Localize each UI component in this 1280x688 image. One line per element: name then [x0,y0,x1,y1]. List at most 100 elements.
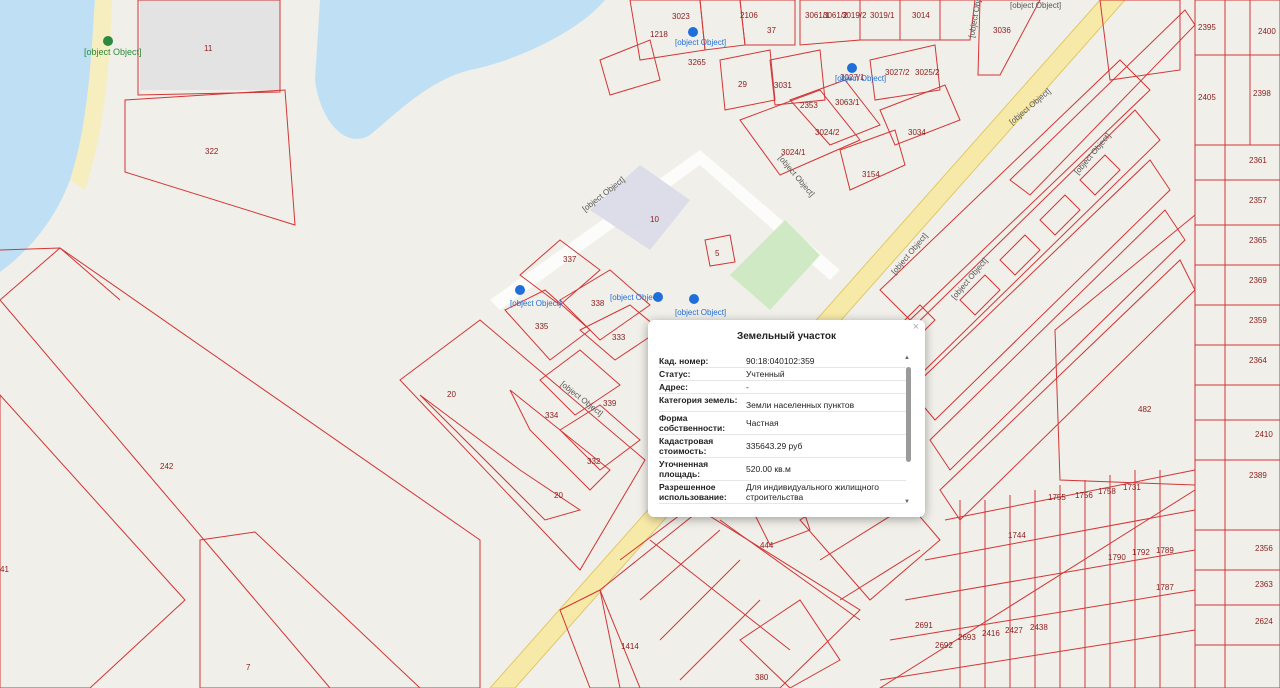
attr-row-permitted-use: Разрешенное использование: Для индивидуа… [659,481,906,504]
parcel-label: 242 [160,462,174,471]
attr-row-land-category: Категория земель: Земли населенных пункт… [659,394,906,412]
popup-title: Земельный участок [736,331,837,342]
parcel-label: 37 [767,26,776,35]
parcel-label: 1218 [650,30,668,39]
street-label: [object Object] [559,379,605,418]
street-label: [object Object] [967,0,985,38]
attr-row-area: Уточненная площадь: 520.00 кв.м [659,458,906,481]
attr-label: Категория земель: [659,395,738,405]
attr-label: Статус: [659,369,691,379]
land-plot-popup: Земельный участок × Кад. номер: 90:18:04… [648,320,925,517]
parcel-label: 41 [0,565,9,574]
poi-label: [object Object] [675,308,726,317]
sports-field [730,220,820,310]
scroll-down-icon[interactable]: ▼ [904,499,910,505]
attr-label: Форма собственности: [659,413,726,433]
parcel-label: 338 [591,299,605,308]
bank-icon[interactable] [515,285,525,295]
parcel-label: 2692 [935,641,953,650]
lake-water [315,0,605,139]
attr-row-ownership-form: Форма собственности: Частная [659,412,906,435]
parcel-label: 2691 [915,621,933,630]
scroll-up-icon[interactable]: ▲ [904,355,910,361]
attr-value: 335643.29 руб [746,441,803,451]
beach-label: [object Object] [84,47,142,57]
parcel-label: 482 [1138,405,1152,414]
parcel-label: 3154 [862,170,880,179]
parcel-label: 1744 [1008,531,1026,540]
attr-row-status: Статус: Учтенный [659,368,906,381]
parcel-label: 3265 [688,58,706,67]
parcel-label: 1792 [1132,548,1150,557]
attr-value: Частная [746,418,779,428]
attr-label: Уточненная площадь: [659,459,709,479]
parcel-label: 2353 [800,101,818,110]
shop-icon[interactable] [689,294,699,304]
parcel-label: 1731 [1123,483,1141,492]
parcel-label: 3014 [912,11,930,20]
parcel-label: 1790 [1108,553,1126,562]
parcel-label: 3027/2 [885,68,910,77]
parcel-label: 2410 [1255,430,1273,439]
parcel-label: 1758 [1098,487,1116,496]
parcel-label: 444 [760,541,774,550]
popup-scrollbar[interactable]: ▲ ▼ [904,355,911,505]
parcel-label: 1756 [1075,491,1093,500]
parcel-label: 3019/1 [870,11,895,20]
parcel-label: 2400 [1258,27,1276,36]
parcel-label: 2106 [740,11,758,20]
cadastral-map[interactable]: 11 322 242 20 20 7 41 337 338 335 333 33… [0,0,1280,688]
close-icon[interactable]: × [913,321,919,333]
parcel-label: 334 [545,411,559,420]
parcel-label: 3036 [993,26,1011,35]
attr-value: Земли населенных пунктов [746,400,855,410]
parcel-label: 337 [563,255,577,264]
attr-row-cadastral-value: Кадастровая стоимость: 335643.29 руб [659,435,906,458]
parcel-label: 7 [246,663,251,672]
parcel-label: 333 [612,333,626,342]
attr-label: Кадастровая стоимость: [659,436,714,456]
parcel-label: 2364 [1249,356,1267,365]
sea-water [0,0,95,272]
attr-value: Учтенный [746,369,785,379]
attr-label: Разрешенное использование: [659,482,727,502]
shop-icon[interactable] [847,63,857,73]
parcel-label: 10 [650,215,659,224]
poi-label: [object Object] [835,74,886,83]
parcel-label: 335 [535,322,549,331]
parcel-label: 2405 [1198,93,1216,102]
parcel-label: 3061/2 [823,11,848,20]
poi-label: [object Object] [610,293,661,302]
poi-label: [object Object] [510,299,561,308]
parcel-label: 3031 [774,81,792,90]
attr-value: 520.00 кв.м [746,464,791,474]
parcel-label: 2438 [1030,623,1048,632]
beach-icon[interactable] [103,36,113,46]
parcel-label: 2398 [1253,89,1271,98]
parcel-label: 2693 [958,633,976,642]
parcel-label: 20 [554,491,563,500]
parcel-label: 11 [204,44,213,53]
parcel-label: 2365 [1249,236,1267,245]
parcel-label: 1789 [1156,546,1174,555]
parcel-label: 1414 [621,642,639,651]
attr-label: Кад. номер: [659,356,709,366]
parcel-label: 3034 [908,128,926,137]
attr-row-address: Адрес: - [659,381,906,394]
attr-value: - [746,382,749,392]
parcel-label: 1787 [1156,583,1174,592]
parcel-label: 2363 [1255,580,1273,589]
parcel-label: 3023 [672,12,690,21]
parcel-boundaries [0,0,1280,688]
attr-value: 90:18:040102:359 [746,356,815,366]
popup-attribute-table: Кад. номер: 90:18:040102:359 Статус: Учт… [659,355,906,531]
attr-row-cadastral-number: Кад. номер: 90:18:040102:359 [659,355,906,368]
scroll-thumb[interactable] [906,367,911,462]
shop-icon[interactable] [688,27,698,37]
parcel-label: 3025/2 [915,68,940,77]
church-label: [object Object] [1010,1,1061,10]
parcel-label: 2357 [1249,196,1267,205]
poi-label: [object Object] [675,38,726,47]
parcel-label: 3063/1 [835,98,860,107]
parcel-label: 2395 [1198,23,1216,32]
